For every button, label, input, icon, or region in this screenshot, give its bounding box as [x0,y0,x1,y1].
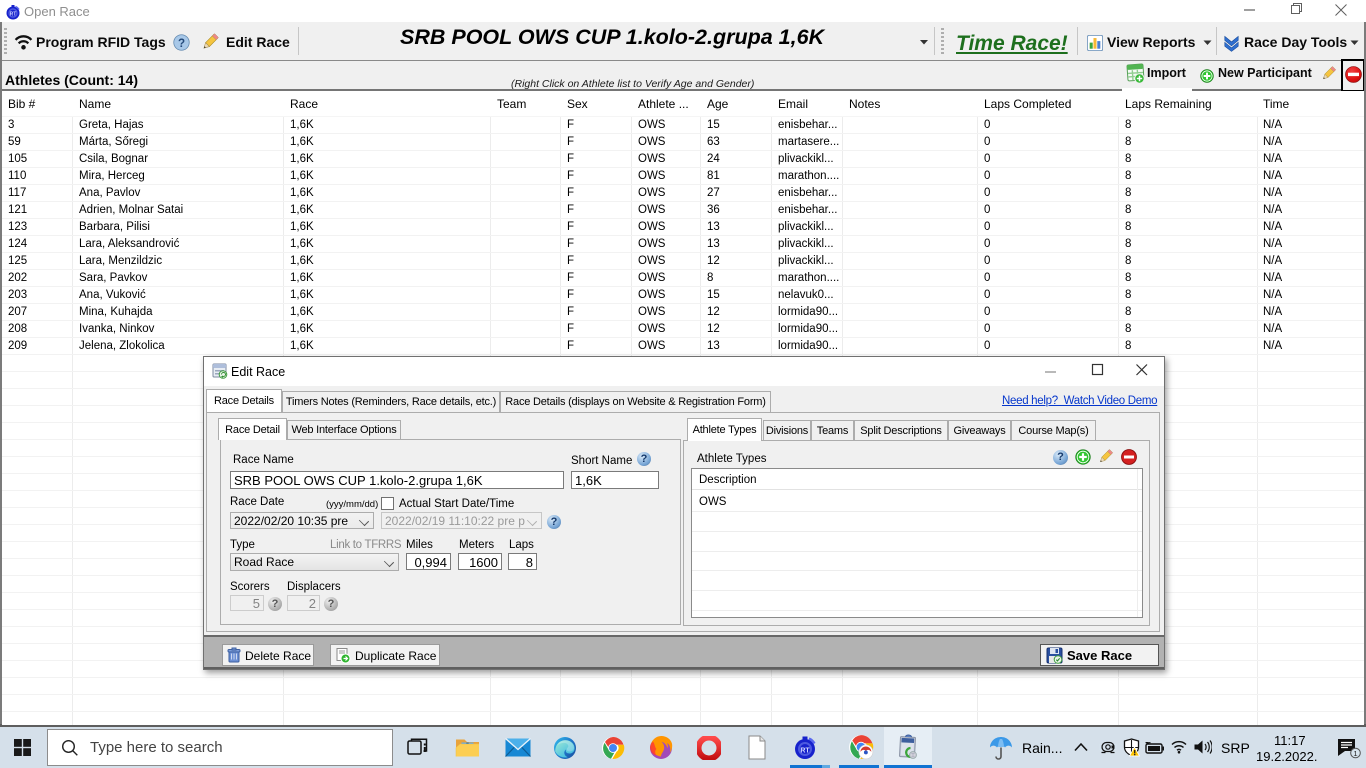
svg-text:?: ? [178,38,185,50]
svg-text:RT: RT [800,748,810,755]
svg-text:RT: RT [10,12,17,18]
svg-text:1: 1 [1353,749,1357,758]
